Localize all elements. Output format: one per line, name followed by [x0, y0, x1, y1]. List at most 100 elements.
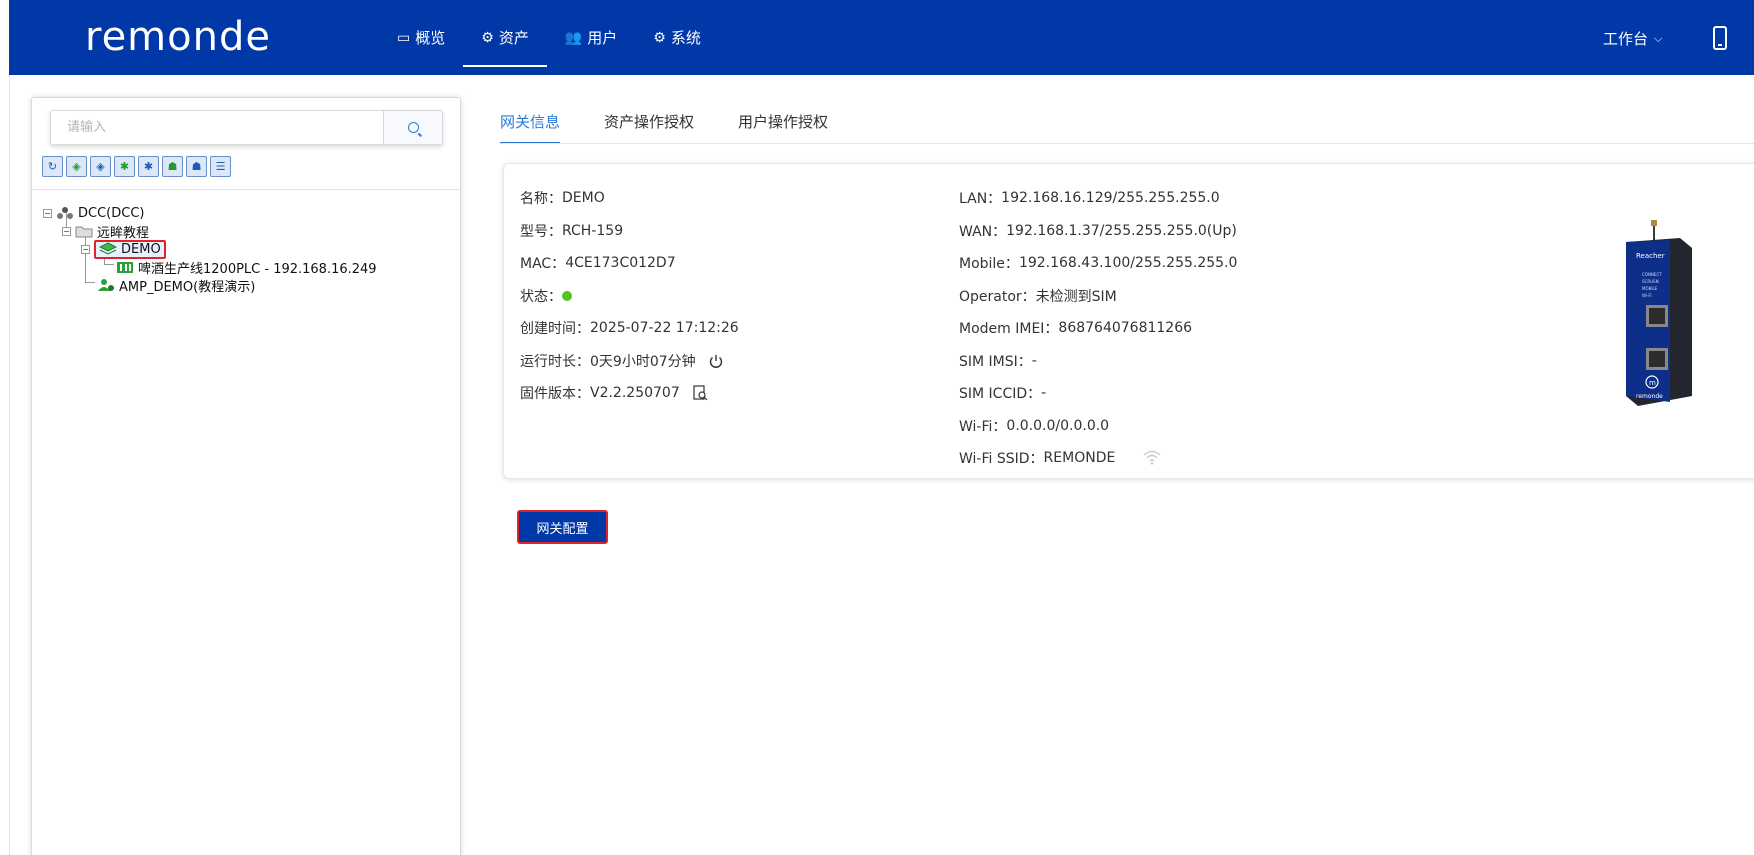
tree-node-user[interactable]: AMP_DEMO(教程演示): [97, 276, 256, 295]
info-label: 固件版本：: [520, 386, 590, 403]
chevron-down-icon: ⌵: [1654, 31, 1663, 45]
workbench-label: 工作台: [1603, 30, 1649, 48]
tree-toolbar: ↻ ◈ ◈ ✱ ✱ ☗ ☗ ☰: [42, 156, 231, 177]
toolbar-divider: [32, 189, 460, 190]
collapse-icon[interactable]: −: [81, 244, 90, 254]
nav-assets[interactable]: ⚙ 资产: [463, 0, 547, 75]
nav-overview[interactable]: ▭ 概览: [379, 0, 463, 75]
tree-user-label: AMP_DEMO(教程演示): [119, 279, 256, 295]
search-icon: [407, 122, 419, 133]
info-wifi-ssid: Wi-Fi SSID： REMONDE: [959, 442, 1237, 475]
info-mac: MAC： 4CE173C012D7: [520, 247, 739, 280]
top-header: remonde ▭ 概览 ⚙ 资产 👥 用户 ⚙ 系统 工作台 ⌵: [9, 0, 1754, 75]
gateway-device-image: Reacher CONNECT SCRUSN MOBILE Wi-Fi m re…: [1612, 220, 1702, 420]
content-tabs: 网关信息 资产操作授权 用户操作授权: [500, 108, 872, 144]
nav-overview-label: 概览: [415, 29, 446, 47]
info-value: 192.168.43.100/255.255.255.0: [1018, 255, 1238, 272]
device-port-label: CONNECT: [1642, 272, 1662, 277]
info-imei: Modem IMEI： 868764076811266: [959, 312, 1237, 345]
info-label: Operator：: [959, 288, 1036, 305]
info-value: DEMO: [562, 190, 605, 207]
user-settings-icon: [97, 278, 115, 292]
info-wifi: Wi-Fi： 0.0.0.0/0.0.0.0: [959, 410, 1237, 443]
tree-node-gateway[interactable]: − DEMO: [81, 239, 166, 259]
gear-icon: ⚙: [653, 29, 666, 46]
asset-tree-panel: ↻ ◈ ◈ ✱ ✱ ☗ ☗ ☰ − DCC(DCC): [31, 97, 461, 855]
power-icon[interactable]: [708, 353, 724, 369]
refresh-icon[interactable]: ↻: [42, 156, 63, 177]
nav-system-label: 系统: [670, 29, 701, 47]
mobile-icon[interactable]: [1713, 26, 1727, 50]
page: remonde ▭ 概览 ⚙ 资产 👥 用户 ⚙ 系统 工作台 ⌵ 请输入 ↻ …: [0, 0, 1754, 855]
list-icon[interactable]: ☰: [210, 156, 231, 177]
nav-system[interactable]: ⚙ 系统: [635, 0, 719, 75]
info-value: 4CE173C012D7: [565, 255, 676, 272]
gateway-info-right: LAN： 192.168.16.129/255.255.255.0 WAN： 1…: [959, 182, 1237, 475]
info-label: 状态：: [520, 288, 562, 305]
info-firmware: 固件版本： V2.2.250707: [520, 377, 739, 410]
search-button[interactable]: [383, 111, 442, 144]
device-model-label: Reacher: [1636, 252, 1665, 260]
firmware-search-icon[interactable]: [692, 385, 708, 401]
info-label: 名称：: [520, 191, 562, 208]
info-lan: LAN： 192.168.16.129/255.255.255.0: [959, 182, 1237, 215]
device-port-label: SCRUSN: [1642, 279, 1659, 284]
nav-users[interactable]: 👥 用户: [547, 0, 635, 75]
gateway-add-icon[interactable]: ◈: [66, 156, 87, 177]
info-value: -: [1041, 385, 1047, 402]
gateway-info-card: 名称： DEMO 型号： RCH-159 MAC： 4CE173C012D7 状…: [503, 163, 1754, 479]
info-status: 状态：: [520, 280, 739, 313]
info-created: 创建时间： 2025-07-22 17:12:26: [520, 312, 739, 345]
organization-icon: [56, 206, 74, 220]
collapse-icon[interactable]: −: [43, 208, 52, 218]
collapse-icon[interactable]: −: [62, 226, 71, 236]
info-label: Mobile：: [959, 256, 1019, 273]
gateway-icon: [98, 242, 118, 256]
user-group-add-icon[interactable]: ☗: [162, 156, 183, 177]
info-mobile: Mobile： 192.168.43.100/255.255.255.0: [959, 247, 1237, 280]
tab-user-permissions[interactable]: 用户操作授权: [738, 108, 828, 144]
tab-asset-permissions[interactable]: 资产操作授权: [604, 108, 694, 144]
tab-gateway-info[interactable]: 网关信息: [500, 108, 561, 144]
info-value: RCH-159: [562, 222, 624, 239]
main-nav: ▭ 概览 ⚙ 资产 👥 用户 ⚙ 系统: [379, 0, 719, 75]
info-value: REMONDE: [1043, 450, 1116, 467]
info-label: Wi-Fi：: [959, 418, 1007, 435]
gateway-config-button[interactable]: 网关配置: [517, 510, 608, 544]
search-input[interactable]: [51, 111, 383, 144]
info-iccid: SIM ICCID： -: [959, 377, 1237, 410]
info-label: 运行时长：: [520, 353, 590, 370]
info-imsi: SIM IMSI： -: [959, 345, 1237, 378]
device-port-label: MOBILE: [1642, 286, 1658, 291]
info-label: WAN：: [959, 223, 1007, 240]
tree-node-root[interactable]: − DCC(DCC): [43, 204, 144, 222]
info-value: 2025-07-22 17:12:26: [590, 320, 739, 337]
tree-node-device[interactable]: 啤酒生产线1200PLC - 192.168.16.249: [116, 258, 377, 277]
nav-users-label: 用户: [587, 29, 618, 47]
info-uptime: 运行时长： 0天9小时07分钟: [520, 345, 739, 378]
info-operator: Operator： 未检测到SIM: [959, 280, 1237, 313]
info-value: 未检测到SIM: [1035, 288, 1117, 305]
gateway-icon[interactable]: ◈: [90, 156, 111, 177]
tree-node-folder[interactable]: − 远眸教程: [62, 222, 149, 241]
gateway-info-left: 名称： DEMO 型号： RCH-159 MAC： 4CE173C012D7 状…: [520, 182, 739, 410]
info-value: 868764076811266: [1058, 320, 1193, 337]
selected-gateway-node[interactable]: DEMO: [94, 239, 166, 259]
info-label: MAC：: [520, 256, 566, 273]
logo[interactable]: remonde: [85, 14, 271, 60]
tree-connector: [104, 264, 114, 265]
workbench-dropdown[interactable]: 工作台 ⌵: [1603, 28, 1662, 49]
info-value: 0.0.0.0/0.0.0.0: [1006, 417, 1110, 434]
nav-assets-label: 资产: [498, 29, 529, 47]
page-edge-line: [9, 0, 10, 855]
device-settings-icon[interactable]: ✱: [138, 156, 159, 177]
info-label: 创建时间：: [520, 321, 590, 338]
plc-icon: [116, 260, 134, 274]
tabs-divider: [500, 143, 1754, 144]
user-group-icon[interactable]: ☗: [186, 156, 207, 177]
info-value: 0天9小时07分钟: [590, 353, 696, 370]
info-label: SIM IMSI：: [959, 353, 1032, 370]
monitor-icon: ▭: [397, 29, 411, 46]
info-label: Wi-Fi SSID：: [959, 451, 1044, 468]
device-add-icon[interactable]: ✱: [114, 156, 135, 177]
